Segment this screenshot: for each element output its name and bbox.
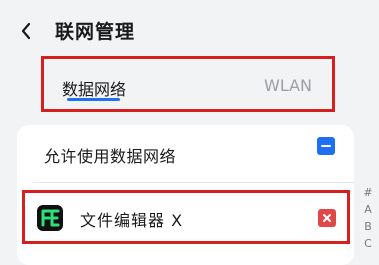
app-icon <box>37 205 63 231</box>
index-letter[interactable]: B <box>362 218 374 235</box>
index-letter[interactable]: A <box>362 201 374 218</box>
tab-bar: 数据网络 WLAN <box>41 56 335 112</box>
alphabet-index-bar[interactable]: # A B C <box>362 184 374 252</box>
back-arrow-icon <box>21 22 31 40</box>
close-icon <box>323 214 331 222</box>
list-item[interactable]: 文件编辑器 X <box>22 190 350 244</box>
allow-data-network-checkbox[interactable] <box>317 137 335 155</box>
divider <box>33 182 354 183</box>
tab-wlan[interactable]: WLAN <box>264 76 312 95</box>
app-bar: 联网管理 <box>0 0 379 62</box>
allow-data-network-label: 允许使用数据网络 <box>44 147 177 166</box>
back-button[interactable] <box>14 18 38 44</box>
app-name: 文件编辑器 X <box>80 211 184 230</box>
index-letter[interactable]: # <box>362 184 374 201</box>
index-letter[interactable]: C <box>362 235 374 252</box>
app-network-denied-checkbox[interactable] <box>318 209 336 227</box>
tab-data-network[interactable]: 数据网络 <box>62 76 126 100</box>
indeterminate-mark-icon <box>321 145 331 147</box>
active-tab-indicator <box>67 98 120 101</box>
page-title: 联网管理 <box>55 21 136 43</box>
file-editor-logo-icon <box>38 206 62 230</box>
